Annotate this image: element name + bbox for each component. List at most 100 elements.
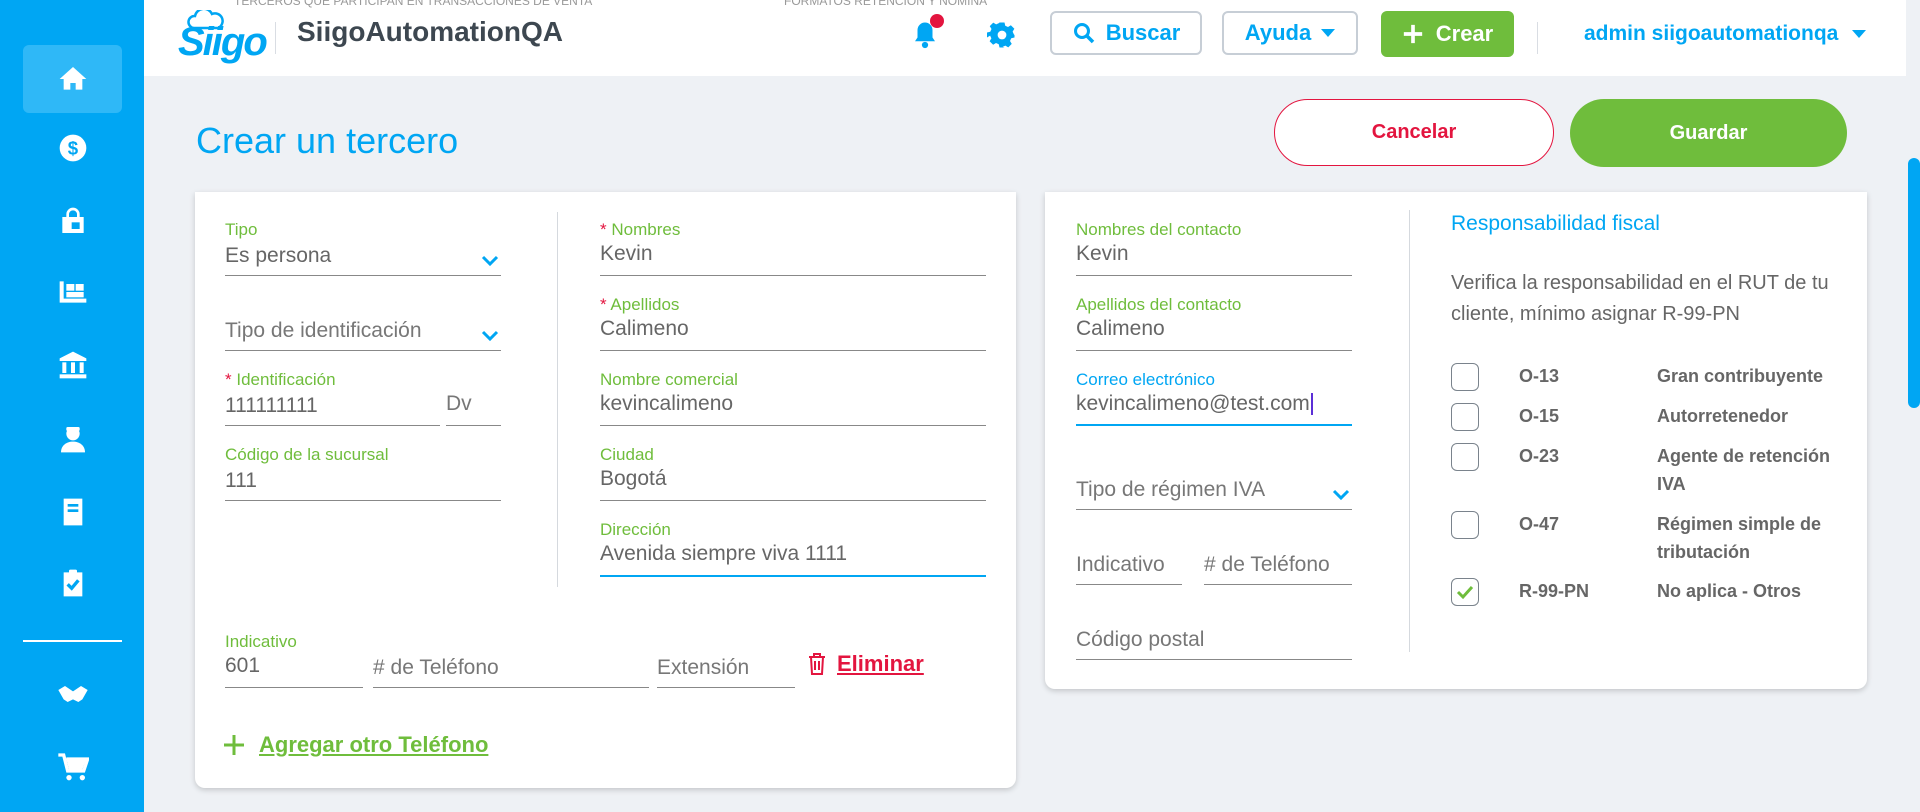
chevron-down-icon (1332, 488, 1350, 501)
column-divider (1409, 210, 1410, 652)
plus-icon (224, 735, 244, 755)
checkmark-icon (1456, 585, 1474, 600)
sidebar-item-banks[interactable] (23, 331, 122, 399)
header-separator (275, 22, 276, 54)
sidebar-item-home[interactable] (23, 45, 122, 113)
contact-info-card: Nombres del contacto Kevin Apellidos del… (1045, 192, 1867, 689)
handshake-icon (57, 686, 88, 702)
inventory-icon (59, 281, 86, 303)
delete-phone-button[interactable]: Eliminar (807, 651, 924, 677)
telefono-input[interactable]: # de Teléfono (373, 632, 649, 688)
cancel-button[interactable]: Cancelar (1274, 99, 1554, 166)
ciudad-label: Ciudad (600, 445, 654, 464)
field-underline (657, 687, 795, 688)
apellidos-value: Calimeno (600, 317, 689, 340)
settings-button[interactable] (987, 20, 1017, 50)
nombres-value: Kevin (600, 242, 653, 265)
tipo-identificacion-placeholder: Tipo de identificación (225, 319, 422, 342)
resp-code: R-99-PN (1519, 581, 1590, 601)
dollar-icon: $ (59, 134, 86, 162)
indicativo-input[interactable]: Indicativo 601 (225, 632, 363, 688)
required-mark: * (600, 220, 607, 239)
create-label: Crear (1435, 21, 1494, 46)
search-button[interactable]: Buscar (1050, 11, 1202, 55)
extension-input[interactable]: Extensión (657, 632, 795, 688)
help-label: Ayuda (1244, 20, 1312, 45)
checkbox-o13[interactable] (1451, 363, 1479, 391)
chevron-down-icon (481, 254, 499, 267)
field-underline (1076, 584, 1182, 585)
nombre-comercial-input[interactable]: Nombre comercial kevincalimeno (600, 370, 986, 426)
sidebar-item-tasks[interactable] (23, 549, 122, 617)
direccion-value: Avenida siempre viva 1111 (600, 542, 848, 565)
sidebar-item-accounting[interactable] (23, 478, 122, 546)
tipo-select[interactable]: Tipo Es persona (225, 220, 501, 276)
sidebar-divider (23, 640, 122, 642)
resp-code: O-47 (1519, 514, 1560, 534)
field-underline (225, 687, 363, 688)
direccion-input[interactable]: Dirección Avenida siempre viva 1111 (600, 520, 986, 577)
resp-name: Agente de retención IVA (1657, 446, 1831, 494)
nombres-input[interactable]: * Nombres Kevin (600, 220, 986, 276)
tipo-label: Tipo (225, 220, 258, 239)
save-button[interactable]: Guardar (1570, 99, 1847, 167)
telefono-placeholder: # de Teléfono (373, 656, 499, 679)
field-underline (446, 425, 501, 426)
help-dropdown[interactable]: Ayuda (1222, 11, 1358, 55)
page-scrollbar[interactable] (1908, 158, 1920, 408)
regimen-iva-select[interactable]: Tipo de régimen IVA (1076, 462, 1352, 510)
telefono-contacto-placeholder: # de Teléfono (1204, 553, 1330, 576)
user-menu[interactable]: admin siigoautomationqa (1584, 22, 1867, 46)
siigo-logo[interactable]: Siigo (172, 10, 268, 64)
notifications-button[interactable] (910, 14, 944, 50)
indicativo-label: Indicativo (225, 632, 297, 651)
resp-code: O-13 (1519, 366, 1560, 386)
ciudad-input[interactable]: Ciudad Bogotá (600, 445, 986, 501)
apellidos-contacto-input[interactable]: Apellidos del contacto Calimeno (1076, 295, 1352, 351)
sidebar-item-finances[interactable]: $ (23, 114, 122, 182)
resp-name: No aplica - Otros (1657, 581, 1802, 601)
direccion-label: Dirección (600, 520, 671, 539)
apellidos-input[interactable]: * Apellidos Calimeno (600, 295, 986, 351)
codigo-sucursal-input[interactable]: Código de la sucursal 111 (225, 445, 501, 501)
checkbox-o23[interactable] (1451, 443, 1479, 471)
dv-input[interactable]: Dv (446, 370, 501, 426)
ghost-text: TERCEROS QUE PARTICIPAN EN TRANSACCIONES… (234, 0, 593, 8)
apellidos-contacto-value: Calimeno (1076, 317, 1165, 340)
plus-icon (1403, 24, 1422, 44)
employee-icon (60, 427, 85, 453)
ghost-text: FORMATOS RETENCIÓN Y NÓMINA (784, 0, 988, 8)
tipo-identificacion-select[interactable]: Tipo de identificación (225, 295, 501, 351)
sidebar-item-store[interactable] (23, 733, 122, 801)
sidebar-item-inventory[interactable] (23, 258, 122, 326)
correo-input[interactable]: Correo electrónico kevincalimeno@test.co… (1076, 370, 1352, 426)
text-cursor (1310, 393, 1313, 416)
indicativo-contacto-input[interactable]: Indicativo (1076, 537, 1182, 585)
resp-name: Régimen simple de tributación (1657, 514, 1822, 562)
checkbox-o15[interactable] (1451, 403, 1479, 431)
nombres-contacto-input[interactable]: Nombres del contacto Kevin (1076, 220, 1352, 276)
sidebar-item-payroll[interactable] (23, 405, 122, 473)
codigo-postal-input[interactable]: Código postal (1076, 612, 1352, 660)
sidebar-item-partners[interactable] (23, 660, 122, 728)
chevron-down-icon (1852, 30, 1867, 38)
identificacion-input[interactable]: * Identificación 111111111 (225, 370, 440, 426)
gear-icon (987, 22, 1015, 48)
sidebar-item-sales[interactable] (23, 187, 122, 255)
telefono-contacto-input[interactable]: # de Teléfono (1204, 537, 1352, 585)
field-underline (600, 575, 986, 577)
field-underline (1076, 350, 1352, 351)
codigo-sucursal-value: 111 (225, 469, 257, 492)
field-underline (600, 500, 986, 501)
field-underline (373, 687, 649, 688)
extension-placeholder: Extensión (657, 656, 750, 679)
create-button[interactable]: Crear (1381, 11, 1514, 57)
field-underline (600, 425, 986, 426)
field-underline (225, 350, 501, 351)
nombres-contacto-value: Kevin (1076, 242, 1129, 265)
add-phone-button[interactable]: Agregar otro Teléfono (223, 732, 488, 758)
checkbox-r99pn[interactable] (1451, 578, 1479, 606)
search-icon (1073, 23, 1094, 44)
checkbox-o47[interactable] (1451, 511, 1479, 539)
page-title: Crear un tercero (196, 120, 459, 161)
